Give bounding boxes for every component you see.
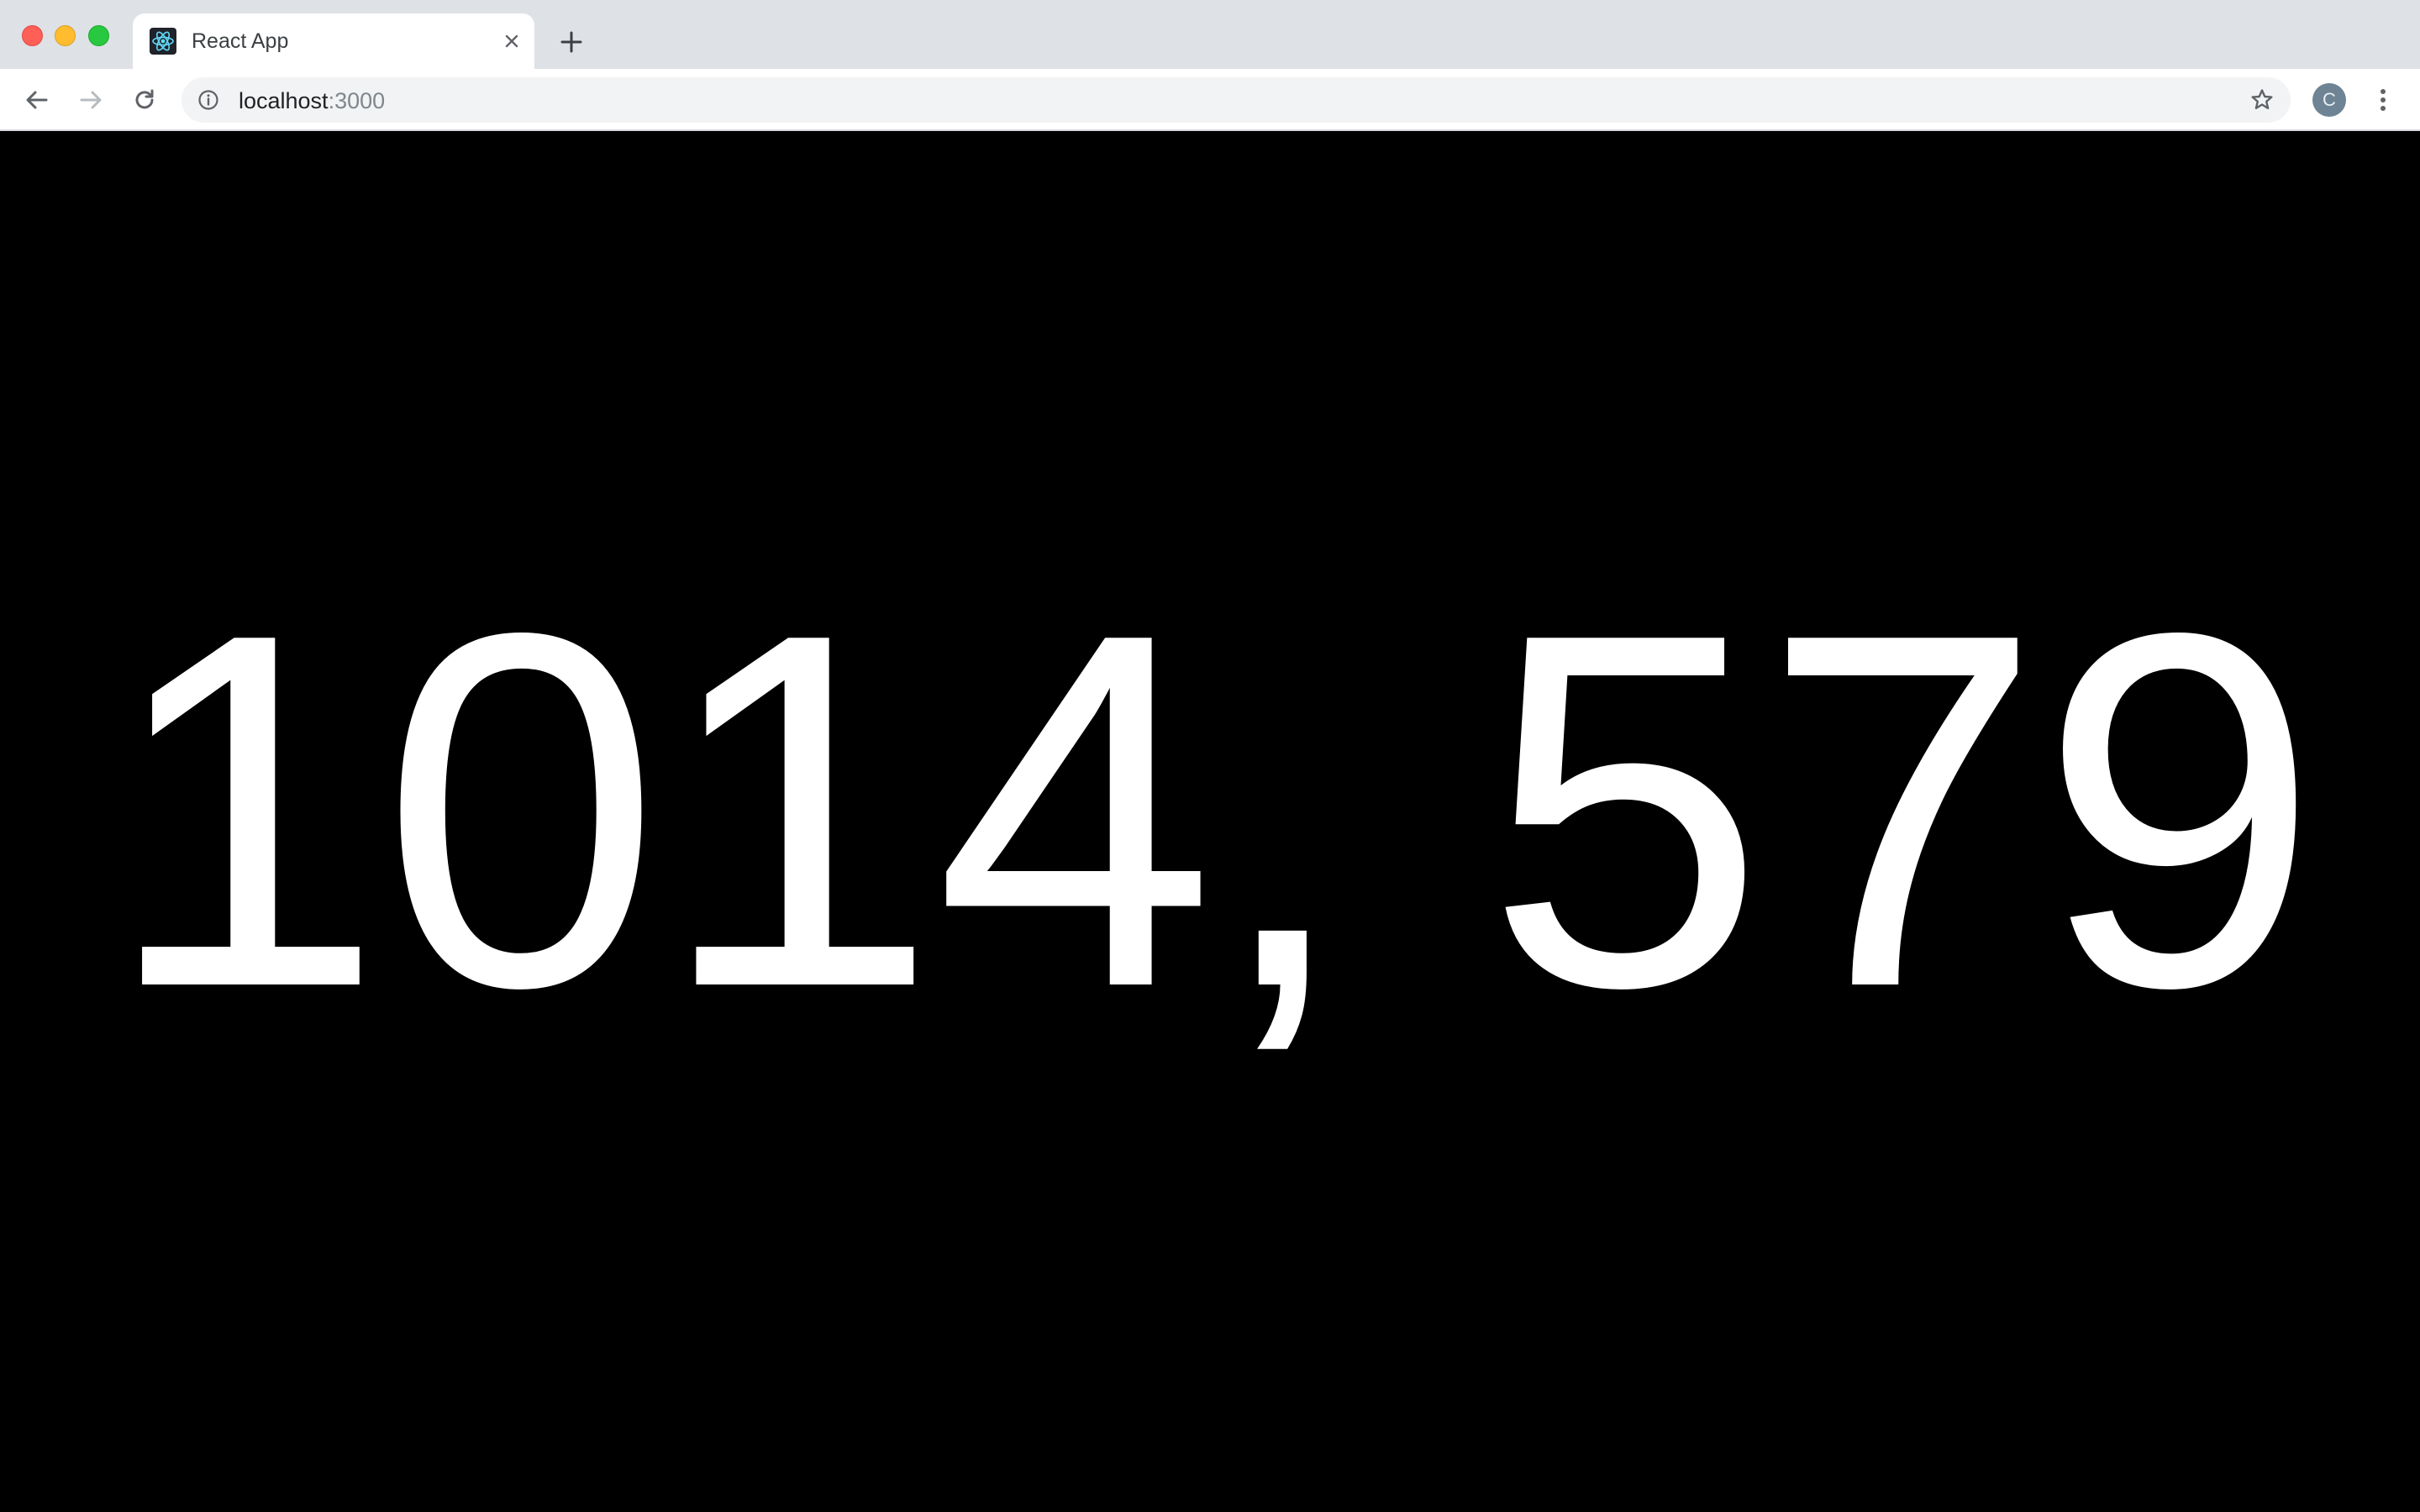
star-icon[interactable] [2249, 87, 2275, 113]
window-minimize-button[interactable] [55, 25, 76, 46]
browser-window: React App localhost:3000 C 1014, 579 [0, 0, 2420, 1512]
tab-strip: React App [0, 0, 2420, 69]
kebab-menu-icon[interactable] [2366, 83, 2400, 117]
arrow-left-icon [26, 91, 48, 109]
reload-button[interactable] [126, 81, 163, 118]
window-close-button[interactable] [22, 25, 43, 46]
address-bar[interactable]: localhost:3000 [182, 77, 2291, 123]
tab-close-icon[interactable] [497, 27, 526, 55]
browser-toolbar: localhost:3000 C [0, 69, 2420, 131]
tab-react-app[interactable]: React App [133, 13, 534, 69]
info-icon[interactable] [197, 88, 220, 112]
arrow-right-icon [80, 91, 102, 109]
mouse-coordinates-text: 1014, 579 [103, 529, 2319, 1092]
page-content: 1014, 579 [0, 131, 2420, 1512]
back-button[interactable] [18, 81, 55, 118]
address-port: :3000 [328, 88, 386, 113]
address-host: localhost [239, 88, 329, 113]
plus-icon [560, 31, 582, 53]
new-tab-button[interactable] [555, 25, 588, 59]
profile-avatar[interactable]: C [2312, 83, 2346, 117]
address-url[interactable]: localhost:3000 [239, 88, 385, 114]
react-logo-icon [150, 28, 176, 55]
tab-title: React App [192, 29, 289, 53]
window-maximize-button[interactable] [88, 25, 109, 46]
forward-button[interactable] [72, 81, 109, 118]
reload-icon [135, 89, 154, 109]
